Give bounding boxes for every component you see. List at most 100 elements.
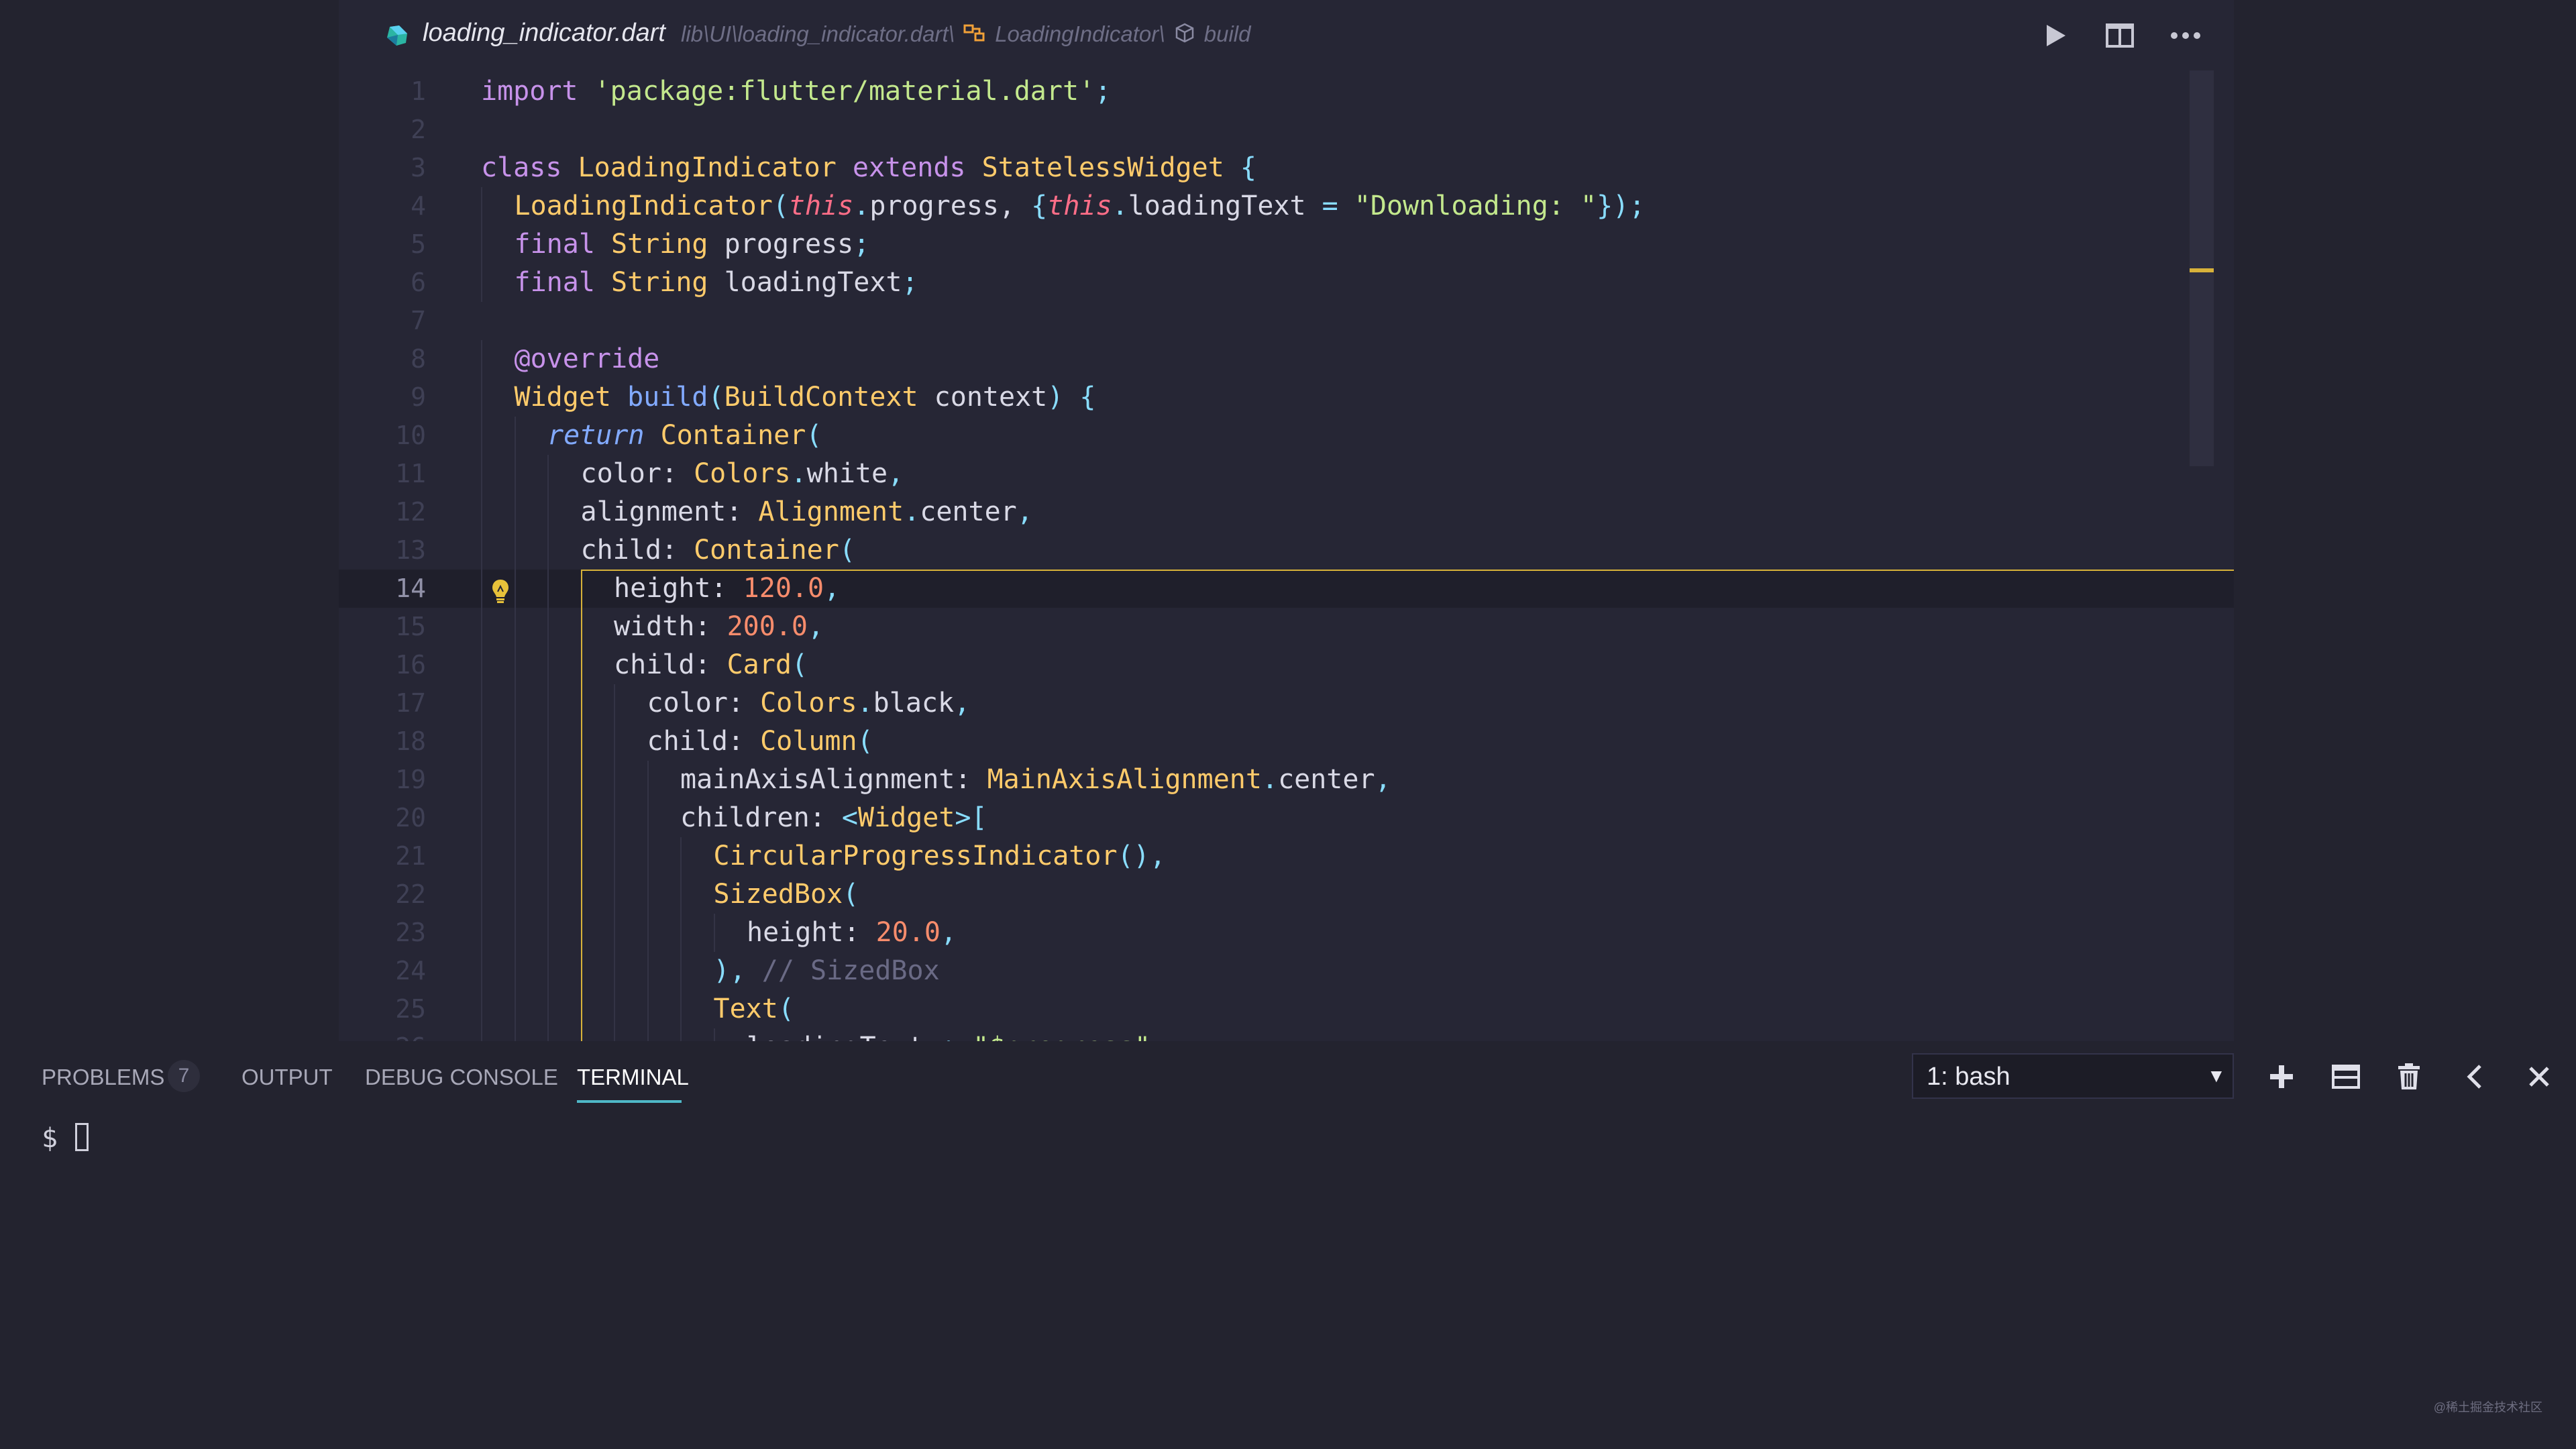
code-token: ),: [713, 955, 762, 986]
code-token: });: [1597, 191, 1646, 221]
indent-guide: [481, 493, 482, 531]
code-token: Container: [694, 535, 839, 566]
code-token: <: [841, 802, 858, 833]
indent-guide: [547, 799, 549, 837]
line-number: 15: [395, 612, 426, 641]
tab-output[interactable]: OUTPUT: [241, 1065, 333, 1090]
code-token: ,: [808, 611, 824, 642]
breadcrumb-path[interactable]: lib\UI\loading_indicator.dart\: [681, 21, 955, 46]
indent-guide: [614, 837, 615, 875]
code-token: (),: [1117, 841, 1166, 871]
split-terminal-icon[interactable]: [2330, 1061, 2361, 1092]
code-line[interactable]: 4 LoadingIndicator(this.progress, {this.l…: [339, 187, 2234, 225]
indent-guide: [481, 952, 482, 990]
code-line[interactable]: 21 CircularProgressIndicator(),: [339, 837, 2234, 875]
code-line[interactable]: 10 return Container(: [339, 417, 2234, 455]
code-token: MainAxisAlignment: [987, 764, 1262, 795]
terminal-select[interactable]: 1: bash ▼: [1912, 1053, 2234, 1099]
indent-guide: [514, 608, 516, 646]
code-line[interactable]: 6 final String loadingText;: [339, 264, 2234, 302]
code-line[interactable]: 8 @override: [339, 340, 2234, 378]
code-token: mainAxisAlignment:: [680, 764, 987, 795]
code-token: 200.0: [727, 611, 808, 642]
indent-guide: [514, 570, 516, 608]
code-token: .: [853, 191, 870, 221]
indent-guide: [481, 875, 482, 914]
code-line[interactable]: 17 color: Colors.black,: [339, 684, 2234, 722]
code-line[interactable]: 26 loadingText + "$progress": [339, 1028, 2234, 1041]
code-line[interactable]: 25 Text(: [339, 990, 2234, 1028]
code-line[interactable]: 13 child: Container(: [339, 531, 2234, 570]
code-token: // SizedBox: [761, 955, 940, 986]
code-token: (: [791, 649, 808, 680]
code-token: Widget: [857, 802, 955, 833]
indent-guide: [547, 914, 549, 952]
indent-guide: [580, 875, 582, 914]
code-line[interactable]: 11 color: Colors.white,: [339, 455, 2234, 493]
code-token: width:: [614, 611, 727, 642]
code-token: final: [514, 267, 611, 298]
indent-guide: [614, 761, 615, 799]
indent-guide: [614, 799, 615, 837]
code-line[interactable]: 14 height: 120.0,: [339, 570, 2234, 608]
close-icon[interactable]: [2524, 1061, 2555, 1092]
indent-guide: [647, 990, 649, 1028]
code-line[interactable]: 9 Widget build(BuildContext context) {: [339, 378, 2234, 417]
code-line[interactable]: 20 children: <Widget>[: [339, 799, 2234, 837]
class-icon: [963, 23, 986, 48]
line-number: 7: [411, 306, 426, 335]
code-line[interactable]: 15 width: 200.0,: [339, 608, 2234, 646]
tab-debug-console[interactable]: DEBUG CONSOLE: [365, 1065, 558, 1090]
code-text: Text(: [714, 990, 794, 1028]
line-number: 13: [395, 535, 426, 565]
indent-guide: [547, 570, 549, 608]
breadcrumb-method[interactable]: build: [1204, 21, 1251, 46]
code-line[interactable]: 1 import 'package:flutter/material.dart';: [339, 72, 2234, 111]
code-line[interactable]: 22 SizedBox(: [339, 875, 2234, 914]
new-terminal-icon[interactable]: [2266, 1061, 2297, 1092]
code-token: Colors: [760, 688, 857, 718]
indent-guide: [647, 799, 649, 837]
code-line[interactable]: 16 child: Card(: [339, 646, 2234, 684]
indent-guide: [680, 1028, 682, 1041]
code-token: "$progress": [973, 1032, 1150, 1041]
code-line[interactable]: 19 mainAxisAlignment: MainAxisAlignment.c…: [339, 761, 2234, 799]
run-icon[interactable]: [2038, 19, 2072, 52]
code-line[interactable]: 12 alignment: Alignment.center,: [339, 493, 2234, 531]
indent-guide: [614, 1028, 615, 1041]
problems-count-badge: 7: [168, 1060, 200, 1092]
split-editor-icon[interactable]: [2103, 19, 2137, 52]
code-line[interactable]: 18 child: Column(: [339, 722, 2234, 761]
line-number: 4: [411, 191, 426, 221]
breadcrumb-class[interactable]: LoadingIndicator\: [995, 21, 1165, 46]
indent-guide: [547, 608, 549, 646]
code-token: ,: [824, 573, 841, 604]
code-line[interactable]: 5 final String progress;: [339, 225, 2234, 264]
code-token: black: [873, 688, 955, 718]
more-actions-icon[interactable]: [2169, 19, 2202, 52]
chevron-left-icon[interactable]: [2459, 1061, 2489, 1092]
code-lines[interactable]: 1 import 'package:flutter/material.dart';…: [339, 72, 2234, 1041]
code-token: {: [1240, 152, 1256, 183]
indent-guide: [547, 493, 549, 531]
code-token: StatelessWidget: [981, 152, 1240, 183]
code-token: progress,: [869, 191, 1032, 221]
tab-filename[interactable]: loading_indicator.dart: [423, 19, 665, 48]
code-line[interactable]: 3 class LoadingIndicator extends Stateles…: [339, 149, 2234, 187]
line-number: 21: [395, 841, 426, 871]
indent-guide: [547, 684, 549, 722]
trash-icon[interactable]: [2394, 1061, 2424, 1092]
code-line[interactable]: 2: [339, 111, 2234, 149]
tab-terminal[interactable]: TERMINAL: [577, 1065, 689, 1090]
indent-guide: [680, 914, 682, 952]
code-token: center: [920, 496, 1017, 527]
code-text: class LoadingIndicator extends Stateless…: [481, 149, 1256, 187]
code-token: class: [481, 152, 578, 183]
code-line[interactable]: 23 height: 20.0,: [339, 914, 2234, 952]
terminal-cursor[interactable]: [75, 1123, 89, 1151]
code-line[interactable]: 24), // SizedBox: [339, 952, 2234, 990]
code-line[interactable]: 7: [339, 302, 2234, 340]
code-token: .: [904, 496, 920, 527]
tab-problems[interactable]: PROBLEMS: [42, 1065, 164, 1090]
line-number: 23: [395, 918, 426, 947]
